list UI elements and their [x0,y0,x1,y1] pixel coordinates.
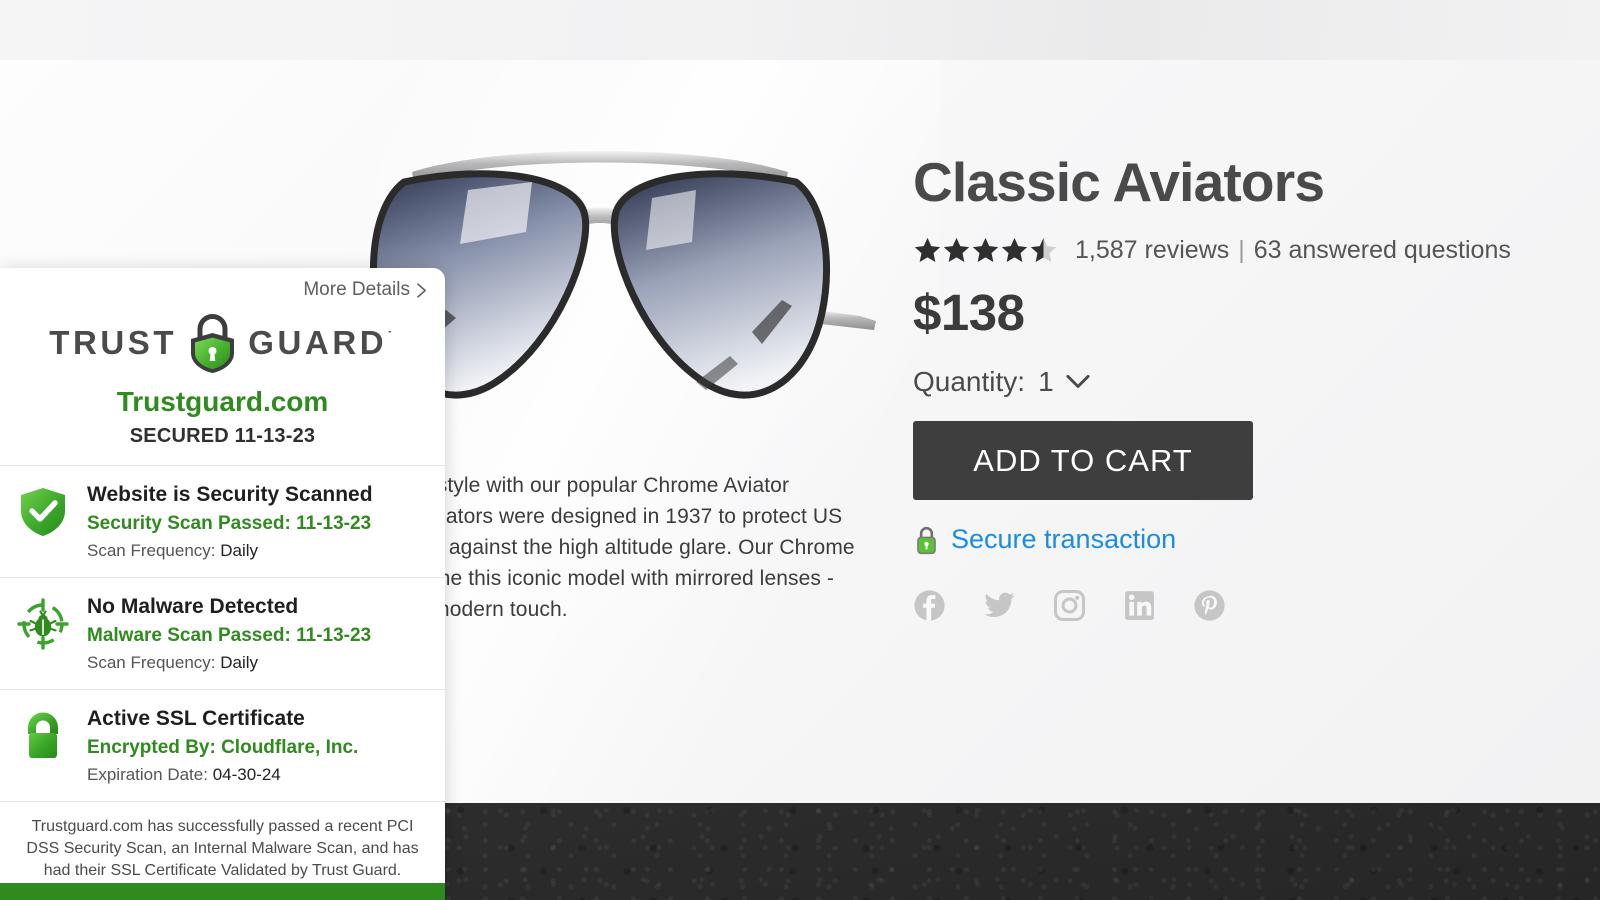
pinterest-icon[interactable] [1193,589,1226,622]
secure-transaction-row[interactable]: Secure transaction [913,524,1573,555]
item-sub: Scan Frequency: Daily [87,652,371,674]
quantity-label: Quantity: [913,366,1026,397]
page-title: Classic Aviators [913,151,1325,213]
add-to-cart-button[interactable]: ADD TO CART [913,421,1253,500]
logo-word-guard: GUARD˙ [248,324,396,362]
more-details-link[interactable]: More Details [0,268,445,301]
trust-guard-domain[interactable]: Trustguard.com [0,386,445,418]
item-icon-wrap [14,706,72,762]
facebook-icon[interactable] [913,589,946,622]
twitter-icon[interactable] [983,589,1016,622]
star-icon-full-1 [914,237,941,262]
trust-guard-shield-lock-icon [191,314,235,373]
list-item[interactable]: No Malware Detected Malware Scan Passed:… [0,577,445,689]
star-icon-full-4 [1001,237,1028,262]
list-item[interactable]: Website is Security Scanned Security Sca… [0,465,445,577]
item-title: No Malware Detected [87,595,299,618]
quantity-value: 1 [1038,366,1054,397]
answered-questions-count[interactable]: 63 answered questions [1254,236,1511,265]
secure-lock-icon [917,526,936,554]
item-status: Encrypted By: Cloudflare, Inc. [87,737,359,758]
rating-separator: | [1238,236,1245,264]
item-body: No Malware Detected Malware Scan Passed:… [72,594,371,674]
secure-transaction-link[interactable]: Secure transaction [951,524,1176,555]
rating-row: 1,587 reviews | 63 answered questions [913,236,1573,265]
trust-guard-logo: TRUST GUARD˙ [0,312,445,374]
padlock-icon [28,712,58,758]
item-sub: Expiration Date: 04-30-24 [87,764,358,786]
social-share-row [913,589,1573,622]
background-band-top [0,0,1600,60]
instagram-icon[interactable] [1053,589,1086,622]
star-icon-full-2 [943,237,970,262]
trust-guard-item-list: Website is Security Scanned Security Sca… [0,465,445,801]
item-sub-label: Scan Frequency: [87,541,216,560]
product-page: Enhance your style with our popular Chro… [0,0,1600,900]
item-body: Active SSL Certificate Encrypted By: Clo… [72,706,358,786]
review-count[interactable]: 1,587 reviews [1075,236,1229,265]
star-icon-half-5 [1030,237,1057,262]
chevron-down-icon [1066,374,1090,388]
trust-guard-footer-text: Trustguard.com has successfully passed a… [0,801,445,882]
item-sub: Scan Frequency: Daily [87,540,373,562]
logo-word-guard-text: GUARD [248,324,388,361]
chevron-right-icon [417,282,426,298]
linkedin-icon[interactable] [1123,589,1156,622]
item-body: Website is Security Scanned Security Sca… [72,482,373,562]
buy-box: Classic Aviators 1,587 reviews | 63 answ… [913,150,1573,622]
item-status: Security Scan Passed: 11-13-23 [87,513,372,534]
list-item[interactable]: Active SSL Certificate Encrypted By: Clo… [0,689,445,801]
item-sub-value: Daily [220,541,259,560]
item-title: Website is Security Scanned [87,483,373,506]
logo-trademark: ˙ [387,329,396,346]
item-icon-wrap [14,594,72,650]
quantity-selector[interactable]: Quantity: 1 [913,366,1573,398]
item-sub-value: 04-30-24 [212,765,281,784]
star-rating[interactable] [913,236,1058,265]
star-icon-full-3 [972,237,999,262]
item-icon-wrap [14,482,72,538]
item-title: Active SSL Certificate [87,707,305,730]
item-sub-label: Expiration Date: [87,765,208,784]
logo-word-trust: TRUST [49,324,178,361]
product-price: $138 [913,284,1025,341]
item-sub-value: Daily [220,653,259,672]
item-sub-label: Scan Frequency: [87,653,216,672]
trust-guard-green-bar [0,883,445,900]
item-status: Malware Scan Passed: 11-13-23 [87,625,372,646]
more-details-label: More Details [303,279,410,300]
shield-check-icon [21,488,65,536]
trust-guard-seal-panel: More Details TRUST GUARD˙ Trustguard.com… [0,268,445,900]
malware-bug-target-icon [17,598,69,650]
trust-guard-secured-date: SECURED 11-13-23 [129,425,316,447]
